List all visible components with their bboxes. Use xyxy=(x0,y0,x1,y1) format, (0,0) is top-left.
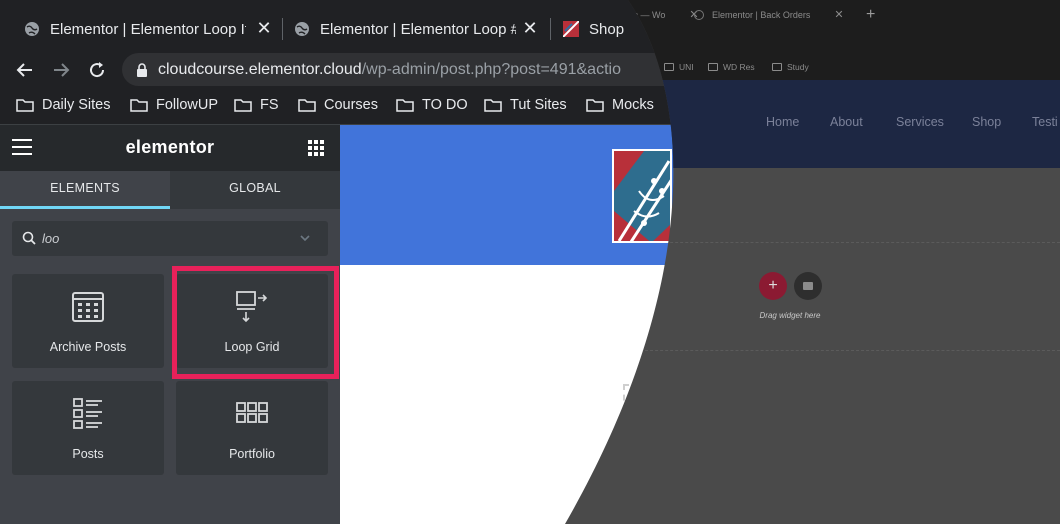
widget-posts[interactable]: Posts xyxy=(12,381,164,475)
widget-label: Archive Posts xyxy=(49,340,127,354)
widget-label: Portfolio xyxy=(229,447,275,461)
template-library-button[interactable] xyxy=(794,272,822,300)
bg-nav-services[interactable]: Services xyxy=(896,115,944,129)
bg-bookmark-label: Study xyxy=(787,62,809,72)
bg-tab-back-orders[interactable]: Elementor | Back Orders ✕ xyxy=(694,8,844,21)
folder-icon xyxy=(772,63,782,71)
folder-icon xyxy=(664,63,674,71)
search-input[interactable] xyxy=(42,221,292,256)
add-section-button[interactable]: + xyxy=(759,272,787,300)
browser-tab-loop-3[interactable]: Elementor | Elementor Loop #3 ✕ xyxy=(294,10,540,48)
folder-icon xyxy=(16,99,34,112)
bookmark-label: FollowUP xyxy=(156,97,219,113)
archive-posts-icon xyxy=(72,292,104,322)
folder-icon xyxy=(708,63,718,71)
bg-bookmark-label: UNI xyxy=(679,62,694,72)
bookmark-label: TO DO xyxy=(422,97,468,113)
url-text: cloudcourse.elementor.cloud/wp-admin/pos… xyxy=(158,61,621,79)
tab-elements[interactable]: ELEMENTS xyxy=(0,171,170,209)
forward-button[interactable] xyxy=(47,56,75,84)
bookmark-label: Tut Sites xyxy=(510,97,567,113)
elementor-panel: elementor ELEMENTS GLOBAL Arc xyxy=(0,125,340,524)
bookmark-label: Daily Sites xyxy=(42,97,111,113)
folder-icon xyxy=(586,99,604,112)
bookmark-followup[interactable]: FollowUP xyxy=(130,97,218,113)
bg-nav-about[interactable]: About xyxy=(830,115,863,129)
drag-widget-hint: Drag widget here xyxy=(759,311,821,320)
widget-label: Posts xyxy=(72,447,104,461)
posts-icon xyxy=(73,398,102,429)
globe-icon xyxy=(25,22,39,36)
folder-icon xyxy=(298,99,316,112)
widgets-grid-icon[interactable] xyxy=(308,140,324,156)
back-button[interactable] xyxy=(11,56,39,84)
shop-favicon-icon xyxy=(563,21,579,37)
bg-tab-title: Elementor | Back Orders xyxy=(712,9,811,20)
bookmark-courses[interactable]: Courses xyxy=(298,97,378,113)
bookmark-mocks[interactable]: Mocks xyxy=(586,97,654,113)
widget-portfolio[interactable]: Portfolio xyxy=(176,381,328,475)
tab-title: Shop xyxy=(589,20,625,38)
bookmark-tut-sites[interactable]: Tut Sites xyxy=(484,97,567,113)
bg-bookmark[interactable]: UNI xyxy=(664,62,694,72)
address-bar[interactable]: cloudcourse.elementor.cloud/wp-admin/pos… xyxy=(122,53,742,86)
shoe-logo-icon xyxy=(614,151,670,241)
bookmark-fs[interactable]: FS xyxy=(234,97,279,113)
url-host: cloudcourse.elementor.cloud xyxy=(158,60,362,78)
url-path: /wp-admin/post.php?post=491&actio xyxy=(361,60,621,78)
tab-title: Elementor | Elementor Loop Ite xyxy=(50,20,246,38)
bg-bookmark[interactable]: WD Res xyxy=(708,62,755,72)
bookmark-daily-sites[interactable]: Daily Sites xyxy=(16,97,111,113)
tab-divider xyxy=(282,18,283,40)
close-tab-icon[interactable]: ✕ xyxy=(254,18,274,38)
section-divider xyxy=(640,242,1060,243)
folder-icon xyxy=(234,99,252,112)
bg-nav-testimonials[interactable]: Testi xyxy=(1032,115,1058,129)
browser-tab-loop-item[interactable]: Elementor | Elementor Loop Ite ✕ xyxy=(24,10,274,48)
bg-bookmark-label: WD Res xyxy=(723,62,755,72)
loop-grid-highlight-frame xyxy=(172,266,339,379)
close-tab-icon[interactable]: ✕ xyxy=(520,18,540,38)
panel-tabs: ELEMENTS GLOBAL xyxy=(0,171,340,209)
bookmark-label: Mocks xyxy=(612,97,654,113)
bookmark-label: Courses xyxy=(324,97,378,113)
portfolio-icon xyxy=(236,402,268,423)
bookmark-label: FS xyxy=(260,97,279,113)
site-logo-image[interactable] xyxy=(612,149,672,243)
globe-icon xyxy=(295,22,309,36)
folder-icon xyxy=(484,99,502,112)
reload-button[interactable] xyxy=(83,56,111,84)
widget-archive-posts[interactable]: Archive Posts xyxy=(12,274,164,368)
new-tab-icon[interactable]: + xyxy=(866,6,875,24)
globe-icon xyxy=(694,10,704,20)
bg-nav-home[interactable]: Home xyxy=(766,115,799,129)
section-divider xyxy=(640,350,1060,351)
close-tab-icon[interactable]: ✕ xyxy=(834,8,843,21)
browser-tab-shop[interactable]: Shop xyxy=(563,10,643,48)
folder-icon xyxy=(130,99,148,112)
widget-search xyxy=(12,221,328,256)
tab-divider xyxy=(550,18,551,40)
tab-global[interactable]: GLOBAL xyxy=(170,171,340,209)
reload-icon xyxy=(90,62,105,78)
bookmark-to-do[interactable]: TO DO xyxy=(396,97,468,113)
arrow-right-icon xyxy=(54,63,70,77)
folder-icon xyxy=(803,282,813,290)
arrow-left-icon xyxy=(16,63,32,77)
folder-icon xyxy=(396,99,414,112)
bg-bookmark[interactable]: Study xyxy=(772,62,809,72)
search-icon xyxy=(22,231,36,245)
lock-icon xyxy=(137,62,147,77)
bg-nav-shop[interactable]: Shop xyxy=(972,115,1001,129)
panel-header: elementor xyxy=(0,125,340,171)
chevron-down-icon[interactable] xyxy=(300,233,310,243)
elementor-logo: elementor xyxy=(125,137,215,157)
tab-title: Elementor | Elementor Loop #3 xyxy=(320,20,516,38)
